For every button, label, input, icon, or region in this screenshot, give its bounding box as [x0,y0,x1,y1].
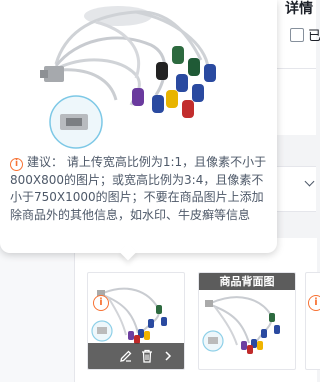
main-image-thumbnail[interactable]: i [87,272,185,370]
guideline-text: i 建议： 请上传宽高比例为1:1，且像素不小于800X800的图片；或宽高比例为… [10,154,272,224]
option-checkbox[interactable] [290,28,304,42]
product-preview-image [40,6,216,149]
back-image-thumbnail[interactable]: 商品背面图 [198,272,296,370]
extra-image-thumbnail[interactable]: i [305,272,320,370]
back-image-label: 商品背面图 [199,273,295,290]
warning-icon: i [93,295,109,311]
warning-icon: i [308,295,320,311]
delete-icon[interactable] [139,348,155,364]
section-title: 详情 [285,1,313,17]
edit-icon[interactable] [118,348,134,364]
divider [274,68,316,69]
select-field[interactable] [274,166,316,212]
thumbnail-toolbar [88,343,184,369]
info-icon: i [10,158,23,171]
chevron-right-icon[interactable] [160,348,176,364]
checkbox-label: 已 [308,29,320,44]
suggestion-label: 建议： [27,155,64,169]
image-guidelines-tooltip: i 建议： 请上传宽高比例为1:1，且像素不小于800X800的图片；或宽高比例为… [0,0,277,253]
